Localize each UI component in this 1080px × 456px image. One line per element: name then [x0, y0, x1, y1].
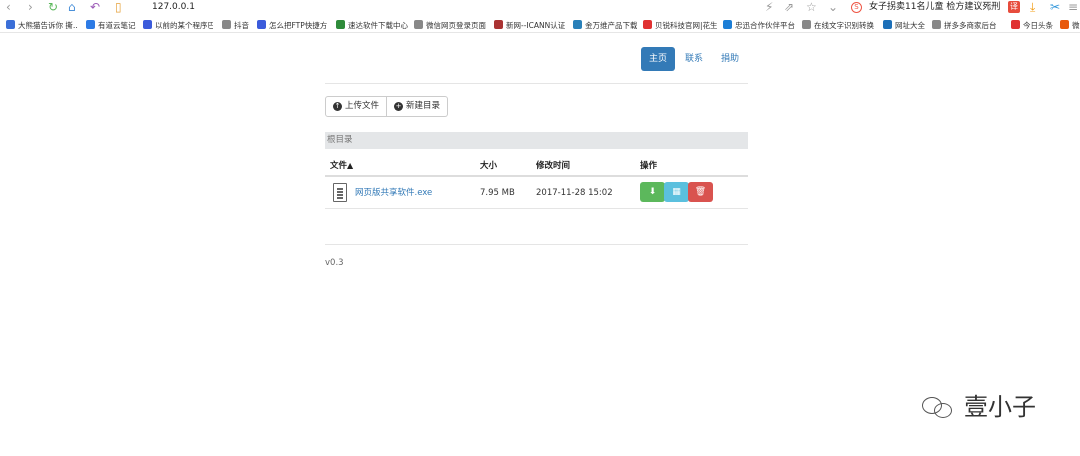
bookmark-book-icon[interactable]: ▯	[115, 0, 122, 14]
download-button[interactable]: ⬇	[640, 182, 665, 202]
qrcode-button[interactable]: ▦	[664, 182, 689, 202]
delete-button[interactable]: 🗑	[688, 182, 713, 202]
browser-toolbar: ‹ › ↻ ⌂ ↶ ▯ 127.0.0.1 ⚡ ⇗ ☆ ⌄ S 女子拐卖11名儿…	[0, 0, 1080, 16]
nav-contact[interactable]: 联系	[682, 47, 706, 71]
bookmark-item[interactable]: 今日头条	[1011, 20, 1057, 31]
back-icon[interactable]: ‹	[6, 0, 11, 14]
search-icon[interactable]: ⌕	[988, 0, 995, 14]
version-text: v0.3	[325, 258, 344, 268]
wechat-icon	[922, 393, 956, 421]
header-file[interactable]: 文件▲	[330, 155, 353, 177]
star-icon[interactable]: ☆	[806, 0, 817, 14]
top-nav: 主页 联系 捐助	[325, 47, 748, 84]
bookmark-item[interactable]: 金万维产品下载	[573, 20, 637, 31]
header-ops: 操作	[640, 161, 658, 171]
chevron-down-icon[interactable]: ⌄	[828, 0, 838, 14]
bookmark-item[interactable]: 大熊猫告诉你 撕…	[6, 20, 78, 31]
undo-icon[interactable]: ↶	[90, 0, 100, 14]
download-icon[interactable]: ⤓	[1030, 0, 1035, 14]
menu-icon[interactable]: ≡	[1068, 0, 1078, 14]
share-icon[interactable]: ⇗	[784, 0, 794, 14]
address-bar[interactable]: 127.0.0.1	[152, 0, 195, 14]
file-size: 7.95 MB	[480, 188, 515, 198]
table-header: 文件▲ 大小 修改时间 操作	[325, 155, 748, 177]
new-folder-button[interactable]: + 新建目录	[387, 96, 449, 117]
bookmark-item[interactable]: 怎么把FTP快捷方	[257, 20, 329, 31]
table-row: 网页版共享软件.exe 7.95 MB 2017-11-28 15:02 ⬇ ▦…	[325, 177, 748, 209]
news-ticker[interactable]: 女子拐卖11名儿童 检方建议死刑	[869, 0, 1000, 14]
sort-up-icon: ▲	[347, 161, 354, 170]
upload-button[interactable]: ↑ 上传文件	[325, 96, 388, 117]
plus-icon: +	[394, 102, 404, 111]
nav-home[interactable]: 主页	[641, 47, 675, 71]
bookmark-item[interactable]: 有道云笔记	[86, 20, 138, 31]
file-actions: ↑ 上传文件 + 新建目录	[325, 96, 449, 117]
bookmark-item[interactable]: 新网--ICANN认证	[494, 20, 566, 31]
nav-donate[interactable]: 捐助	[718, 47, 742, 71]
file-icon	[333, 183, 347, 202]
extension-icon[interactable]: 译	[1008, 1, 1020, 13]
upload-icon: ↑	[333, 102, 342, 111]
file-table: 文件▲ 大小 修改时间 操作 网页版共享软件.exe 7.95 MB 2017-…	[325, 155, 748, 209]
header-size: 大小	[480, 161, 498, 171]
bookmark-item[interactable]: 以前的某个程序巴	[143, 20, 213, 31]
home-icon[interactable]: ⌂	[68, 0, 76, 14]
watermark-text: 壹小子	[964, 393, 1036, 421]
qrcode-icon: ▦	[672, 187, 681, 197]
file-name-link[interactable]: 网页版共享软件.exe	[355, 177, 432, 209]
bookmark-item[interactable]: 抖音	[222, 20, 250, 31]
bookmark-item[interactable]: 拼多多商家后台	[932, 20, 1002, 31]
header-mtime: 修改时间	[536, 161, 571, 171]
bookmark-item[interactable]: 贝锐科技官网|花生	[643, 20, 717, 31]
download-icon: ⬇	[648, 187, 657, 197]
lightning-icon[interactable]: ⚡	[765, 0, 773, 14]
bookmark-item[interactable]: 微信网页登录页面	[414, 20, 488, 31]
file-mtime: 2017-11-28 15:02	[536, 188, 613, 198]
forward-icon[interactable]: ›	[28, 0, 33, 14]
bookmark-item[interactable]: 在线文字识别转换	[802, 20, 876, 31]
bookmark-item[interactable]: 速达软件下载中心	[336, 20, 408, 31]
watermark: 壹小子	[922, 392, 1036, 422]
bookmark-item[interactable]: 网址大全	[883, 20, 929, 31]
news-icon: S	[851, 2, 862, 13]
bookmark-item[interactable]: 微	[1060, 20, 1080, 31]
refresh-icon[interactable]: ↻	[48, 0, 58, 14]
bookmark-item[interactable]: 忠迅合作伙伴平台	[723, 20, 795, 31]
bookmarks-bar: 大熊猫告诉你 撕… 有道云笔记 以前的某个程序巴 抖音 怎么把FTP快捷方 速达…	[0, 17, 1080, 33]
breadcrumb[interactable]: 根目录	[325, 132, 748, 149]
trash-icon: 🗑	[694, 187, 707, 197]
footer: v0.3	[325, 244, 748, 268]
scissors-icon[interactable]: ✂	[1050, 0, 1060, 14]
